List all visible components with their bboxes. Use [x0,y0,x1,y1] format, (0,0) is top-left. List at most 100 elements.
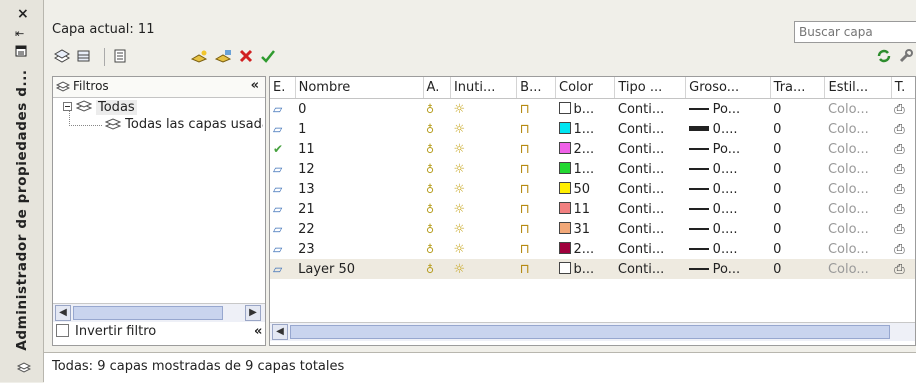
linetype[interactable]: Conti... [615,99,686,120]
printer-icon[interactable]: ⎙ [894,262,904,277]
transparency[interactable]: 0 [770,259,825,279]
table-row[interactable]: ▱1♁☼⊓1...Conti...0....0Colo...⎙▤ [270,119,915,139]
layer-name[interactable]: 23 [295,239,423,259]
new-layer-icon[interactable] [190,46,210,66]
printer-icon[interactable]: ⎙ [894,142,904,157]
set-current-icon[interactable] [258,46,278,66]
layer-name[interactable]: 13 [295,179,423,199]
lightbulb-icon[interactable]: ♁ [426,123,434,136]
close-icon[interactable]: × [17,6,29,22]
unlocked-padlock-icon[interactable]: ⊓ [520,262,530,277]
column-header[interactable]: Estil... [824,77,892,99]
layer-name[interactable]: 22 [295,219,423,239]
table-horizontal-scrollbar[interactable]: ◀ [270,322,915,341]
unlocked-padlock-icon[interactable]: ⊓ [520,182,530,197]
new-layer-frozen-vp-icon[interactable] [214,46,234,66]
scroll-left-icon[interactable]: ◀ [55,305,71,321]
table-row[interactable]: ▱13♁☼⊓50Conti...0....0Colo...⎙▤ [270,179,915,199]
linetype[interactable]: Conti... [615,239,686,259]
column-header[interactable]: Tipo ... [614,77,687,99]
linetype[interactable]: Conti... [615,179,686,199]
color-cell[interactable]: 11 [556,199,615,219]
lightbulb-icon[interactable]: ♁ [426,243,434,256]
unlocked-padlock-icon[interactable]: ⊓ [520,222,530,237]
table-row[interactable]: ▱22♁☼⊓31Conti...0....0Colo...⎙▤ [270,219,915,239]
layer-name[interactable]: Layer 50 [295,259,424,279]
printer-icon[interactable]: ⎙ [894,122,904,137]
linetype[interactable]: Conti... [615,139,686,159]
transparency[interactable]: 0 [770,139,825,159]
collapse-filters-button[interactable]: « [251,78,259,93]
lightbulb-icon[interactable]: ♁ [426,263,434,276]
printer-icon[interactable]: ⎙ [894,202,904,217]
color-cell[interactable]: b... [556,99,615,120]
table-row[interactable]: ▱Layer 50♁☼⊓b...Conti...Po...0Colo...⎙▤ [270,259,915,279]
unlocked-padlock-icon[interactable]: ⊓ [520,162,530,177]
sun-icon[interactable]: ☼ [453,222,465,237]
transparency[interactable]: 0 [770,239,825,259]
properties-menu-icon[interactable] [15,45,27,57]
lineweight-cell[interactable]: 0.... [686,119,771,139]
layer-states-icon[interactable] [110,46,130,66]
scroll-right-icon[interactable]: ▶ [245,305,261,321]
transparency[interactable]: 0 [770,99,825,120]
lineweight-cell[interactable]: 0.... [686,179,771,199]
lineweight-cell[interactable]: 0.... [686,199,771,219]
color-cell[interactable]: 2... [556,139,615,159]
linetype[interactable]: Conti... [615,119,686,139]
lightbulb-icon[interactable]: ♁ [426,183,434,196]
sun-icon[interactable]: ☼ [453,102,465,117]
new-group-filter-icon[interactable] [74,46,94,66]
new-property-filter-icon[interactable] [52,46,72,66]
lightbulb-icon[interactable]: ♁ [426,223,434,236]
search-layer-input[interactable] [794,21,916,43]
lightbulb-icon[interactable]: ♁ [426,103,434,116]
color-cell[interactable]: 1... [556,119,615,139]
sun-icon[interactable]: ☼ [453,162,465,177]
column-header[interactable]: Inuti... [450,77,518,99]
transparency[interactable]: 0 [770,119,825,139]
column-header[interactable]: A. [423,77,451,99]
printer-icon[interactable]: ⎙ [894,222,904,237]
scroll-thumb[interactable] [73,306,223,320]
lightbulb-icon[interactable]: ♁ [426,203,434,216]
layer-name[interactable]: 1 [295,119,423,139]
autohide-icon[interactable]: ⇤ [15,27,24,40]
unlocked-padlock-icon[interactable]: ⊓ [520,122,530,137]
sun-icon[interactable]: ☼ [453,262,465,277]
table-row[interactable]: ▱21♁☼⊓11Conti...0....0Colo...⎙▤ [270,199,915,219]
transparency[interactable]: 0 [770,199,825,219]
column-header[interactable]: Nombre [295,77,424,99]
column-header[interactable]: Color [555,77,616,99]
unlocked-padlock-icon[interactable]: ⊓ [520,242,530,257]
color-cell[interactable]: 31 [556,219,615,239]
sun-icon[interactable]: ☼ [453,142,465,157]
refresh-icon[interactable] [874,46,894,66]
invert-filter-checkbox[interactable] [56,324,69,337]
table-row[interactable]: ▱0♁☼⊓b...Conti...Po...0Colo...⎙▤ [270,99,915,120]
lineweight-cell[interactable]: 0.... [686,219,771,239]
column-header[interactable]: T. [891,77,915,99]
lightbulb-icon[interactable]: ♁ [426,143,434,156]
settings-wrench-icon[interactable] [896,46,916,66]
sun-icon[interactable]: ☼ [453,202,465,217]
layer-name[interactable]: 12 [295,159,423,179]
lineweight-cell[interactable]: Po... [686,99,771,120]
printer-icon[interactable]: ⎙ [894,162,904,177]
printer-icon[interactable]: ⎙ [894,182,904,197]
lineweight-cell[interactable]: Po... [685,259,771,279]
delete-layer-icon[interactable] [236,46,256,66]
lightbulb-icon[interactable]: ♁ [426,163,434,176]
unlocked-padlock-icon[interactable]: ⊓ [520,142,530,157]
linetype[interactable]: Conti... [614,259,686,279]
sun-icon[interactable]: ☼ [453,122,465,137]
table-row[interactable]: ✔11♁☼⊓2...Conti...Po...0Colo...⎙▤ [270,139,915,159]
lineweight-cell[interactable]: 0.... [686,159,771,179]
linetype[interactable]: Conti... [615,199,686,219]
table-row[interactable]: ▱12♁☼⊓1...Conti...0....0Colo...⎙▤ [270,159,915,179]
lineweight-cell[interactable]: 0.... [686,239,771,259]
table-row[interactable]: ▱23♁☼⊓2...Conti...0....0Colo...⎙▤ [270,239,915,259]
transparency[interactable]: 0 [770,159,825,179]
printer-icon[interactable]: ⎙ [894,242,904,257]
transparency[interactable]: 0 [770,179,825,199]
